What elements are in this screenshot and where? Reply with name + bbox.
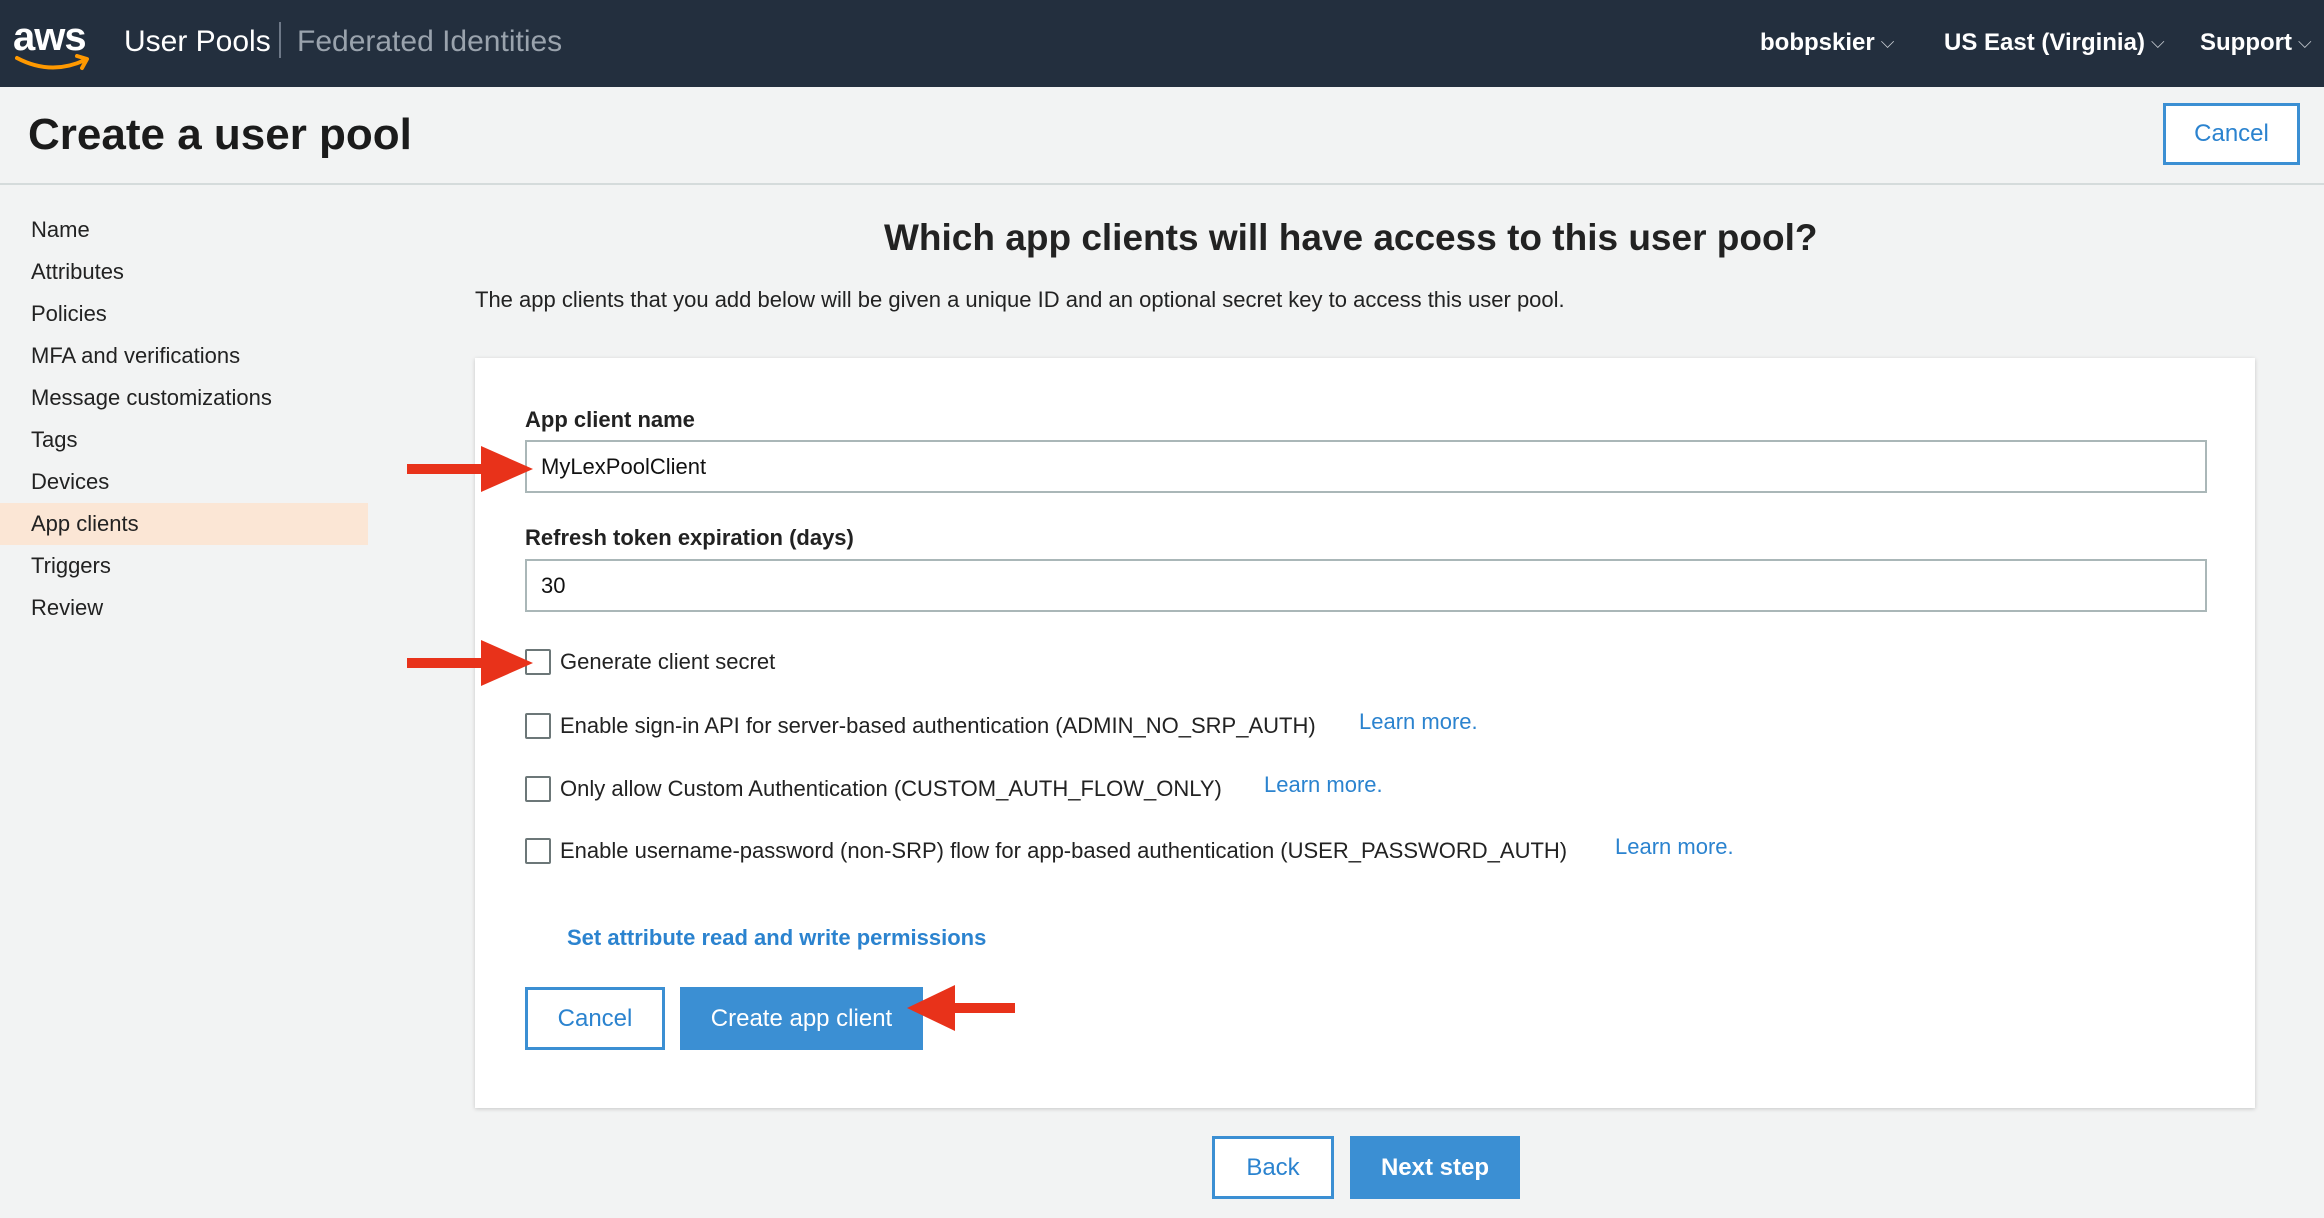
aws-smile-icon <box>15 54 89 70</box>
attribute-permissions-link[interactable]: Set attribute read and write permissions <box>567 923 986 953</box>
admin-no-srp-checkbox[interactable] <box>525 713 551 739</box>
account-name: bobpskier <box>1760 29 1875 56</box>
form-cancel-button[interactable]: Cancel <box>525 987 665 1050</box>
top-nav-bar: aws User Pools Federated Identities bobp… <box>0 0 2324 87</box>
section-title: Which app clients will have access to th… <box>884 217 1818 258</box>
create-app-client-button[interactable]: Create app client <box>680 987 923 1050</box>
annotation-arrow-icon <box>407 640 533 686</box>
custom-auth-checkbox[interactable] <box>525 776 551 802</box>
learn-more-link-custom-auth[interactable]: Learn more. <box>1264 770 1383 800</box>
account-menu[interactable]: bobpskier ⌵ <box>1760 24 1894 61</box>
app-client-name-input[interactable] <box>525 440 2207 493</box>
header-cancel-button[interactable]: Cancel <box>2163 103 2300 165</box>
sidebar-item-message-customizations[interactable]: Message customizations <box>0 377 368 419</box>
sidebar-item-attributes[interactable]: Attributes <box>0 251 368 293</box>
support-menu[interactable]: Support ⌵ <box>2200 24 2312 61</box>
sidebar-item-triggers[interactable]: Triggers <box>0 545 368 587</box>
support-label: Support <box>2200 29 2292 56</box>
sidebar-item-name[interactable]: Name <box>0 209 368 251</box>
app-client-form-card: App client name Refresh token expiration… <box>475 358 2255 1108</box>
user-password-auth-checkbox[interactable] <box>525 838 551 864</box>
admin-no-srp-label: Enable sign-in API for server-based auth… <box>560 713 1316 738</box>
sidebar-item-devices[interactable]: Devices <box>0 461 368 503</box>
nav-divider <box>279 22 281 58</box>
custom-auth-label: Only allow Custom Authentication (CUSTOM… <box>560 776 1222 801</box>
learn-more-link-admin-no-srp[interactable]: Learn more. <box>1359 707 1478 737</box>
generate-secret-label: Generate client secret <box>560 649 776 674</box>
sidebar-item-app-clients[interactable]: App clients <box>0 503 368 545</box>
next-step-button[interactable]: Next step <box>1350 1136 1520 1199</box>
chevron-down-icon: ⌵ <box>1880 32 1895 52</box>
sidebar-item-policies[interactable]: Policies <box>0 293 368 335</box>
app-client-name-label: App client name <box>525 407 695 432</box>
sidebar-item-review[interactable]: Review <box>0 587 368 629</box>
annotation-arrow-icon <box>407 446 533 492</box>
section-description: The app clients that you add below will … <box>475 287 1565 312</box>
aws-logo[interactable]: aws <box>13 14 95 74</box>
page-title: Create a user pool <box>28 110 412 159</box>
sidebar-item-tags[interactable]: Tags <box>0 419 368 461</box>
nav-federated-identities[interactable]: Federated Identities <box>297 22 562 62</box>
user-password-auth-label: Enable username-password (non-SRP) flow … <box>560 838 1568 863</box>
page-header: Create a user pool Cancel <box>0 87 2324 185</box>
region-menu[interactable]: US East (Virginia) ⌵ <box>1944 24 2165 61</box>
region-name: US East (Virginia) <box>1944 29 2145 56</box>
refresh-token-label: Refresh token expiration (days) <box>525 525 854 550</box>
annotation-arrow-icon <box>907 985 1015 1031</box>
learn-more-link-user-password-auth[interactable]: Learn more. <box>1615 832 1734 862</box>
back-button[interactable]: Back <box>1212 1136 1334 1199</box>
nav-user-pools[interactable]: User Pools <box>124 22 271 62</box>
sidebar-item-mfa[interactable]: MFA and verifications <box>0 335 368 377</box>
refresh-token-input[interactable] <box>525 559 2207 612</box>
chevron-down-icon: ⌵ <box>2150 32 2165 52</box>
chevron-down-icon: ⌵ <box>2297 32 2312 52</box>
